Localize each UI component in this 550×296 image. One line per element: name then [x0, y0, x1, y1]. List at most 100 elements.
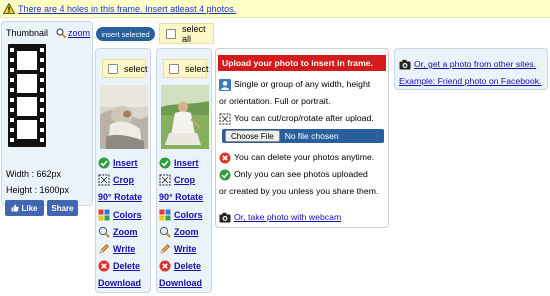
slot-select-checkbox[interactable] [108, 63, 118, 74]
upload-delete-line: You can delete your photos anytime. [219, 150, 374, 164]
write-label: Write [174, 244, 197, 254]
upload-panel: Upload your photo to insert in frame. Si… [215, 48, 389, 228]
crop-label: Crop [113, 175, 134, 185]
write-action[interactable]: Write [98, 243, 135, 255]
insert-action[interactable]: Insert [159, 157, 199, 169]
delete-action[interactable]: Delete [98, 260, 140, 272]
checkmark-icon [159, 157, 171, 169]
upload-line-4: You can delete your photos anytime. [234, 152, 375, 162]
thumbnail-panel: Thumbnail zoom Width : 662px Height : 16… [1, 21, 93, 216]
write-action[interactable]: Write [159, 243, 196, 255]
warning-icon [3, 3, 15, 14]
like-label: Like [21, 203, 38, 213]
photo-slot-1: select Insert Crop 90° Rotate Colors Zoo… [95, 48, 151, 293]
magnifier-icon [159, 226, 171, 238]
zoom-action[interactable]: Zoom [159, 226, 199, 238]
crop-icon [159, 174, 171, 186]
upload-line-5: Only you can see photos uploaded [234, 169, 368, 179]
colors-action[interactable]: Colors [159, 209, 203, 221]
crop-icon [98, 174, 110, 186]
rotate-action[interactable]: 90° Rotate [98, 192, 142, 202]
delete-label: Delete [174, 261, 202, 271]
facebook-like-button[interactable]: Like [5, 200, 44, 216]
delete-icon [159, 260, 171, 272]
slot-select-box[interactable]: select [102, 59, 148, 78]
thumbnail-width: Width : 662px [6, 169, 62, 179]
camera-icon [219, 213, 231, 223]
download-action[interactable]: Download [98, 278, 141, 288]
insert-selected-button[interactable]: insert selected [96, 27, 155, 41]
webcam-action[interactable]: Or, take photo with webcam [219, 210, 341, 224]
crop-action[interactable]: Crop [98, 174, 134, 186]
rotate-action[interactable]: 90° Rotate [159, 192, 203, 202]
crop-icon [219, 113, 231, 125]
insert-label: Insert [113, 158, 138, 168]
colors-label: Colors [113, 210, 142, 220]
insert-label: Insert [174, 158, 199, 168]
download-label: Download [159, 278, 202, 288]
upload-line-2: or orientation. Full or portrait. [219, 96, 331, 106]
magnifier-icon [56, 28, 66, 38]
zoom-action[interactable]: Zoom [98, 226, 138, 238]
select-all-checkbox[interactable] [166, 28, 176, 39]
checkmark-icon [98, 157, 110, 169]
delete-action[interactable]: Delete [159, 260, 201, 272]
thumbnail-zoom-label: zoom [68, 28, 91, 38]
pencil-icon [99, 244, 109, 254]
facebook-share-button[interactable]: Share [47, 200, 78, 216]
upload-header: Upload your photo to insert in frame. [218, 55, 386, 71]
colors-action[interactable]: Colors [98, 209, 142, 221]
photo-slot-2: select Insert Crop 90° Rotate Colors Zoo… [156, 48, 212, 293]
upload-privacy-line: Only you can see photos uploaded [219, 167, 368, 181]
thumbs-up-icon [11, 204, 20, 212]
upload-crop-line: You can cut/crop/rotate after upload. [219, 111, 374, 125]
other-sites-link: Or, get a photo from other sites. [414, 59, 537, 69]
thumbnail-zoom-link[interactable]: zoom [56, 28, 90, 38]
other-sites-action[interactable]: Or, get a photo from other sites. [399, 57, 536, 71]
color-palette-icon [159, 209, 171, 221]
facebook-example-label: Example: Friend photo on Facebook. [399, 76, 542, 86]
upload-line-6: or created by you unless you share them. [219, 186, 379, 196]
download-action[interactable]: Download [159, 278, 202, 288]
share-label: Share [51, 203, 74, 213]
download-label: Download [98, 278, 141, 288]
pencil-icon [160, 244, 170, 254]
camera-icon [399, 60, 411, 70]
user-icon [219, 78, 231, 91]
rotate-label: 90° Rotate [159, 192, 204, 202]
select-all-label: select all [182, 23, 206, 44]
thumbnail-height: Height : 1600px [6, 185, 70, 195]
slot-select-checkbox[interactable] [169, 63, 179, 74]
slot-select-label: select [124, 63, 148, 74]
frame-thumbnail-image[interactable] [8, 44, 46, 147]
file-input[interactable]: Choose File No file chosen [222, 129, 384, 143]
write-label: Write [113, 244, 136, 254]
zoom-label: Zoom [174, 227, 199, 237]
facebook-example-link[interactable]: Example: Friend photo on Facebook. [399, 74, 541, 88]
slot-select-label: select [185, 63, 209, 74]
choose-file-button[interactable]: Choose File [225, 130, 280, 142]
color-palette-icon [98, 209, 110, 221]
upload-line-1: Single or group of any width, height [234, 79, 371, 89]
other-sources-panel: Or, get a photo from other sites. Exampl… [394, 48, 548, 90]
zoom-label: Zoom [113, 227, 138, 237]
webcam-link: Or, take photo with webcam [234, 212, 342, 222]
rotate-label: 90° Rotate [98, 192, 143, 202]
warning-link[interactable]: There are 4 holes in this frame. Insert … [18, 4, 236, 14]
warning-bar: There are 4 holes in this frame. Insert … [0, 0, 550, 18]
insert-selected-label: insert selected [101, 29, 150, 39]
magnifier-icon [98, 226, 110, 238]
select-all-box[interactable]: select all [159, 23, 214, 44]
no-file-text: No file chosen [284, 131, 339, 141]
crop-action[interactable]: Crop [159, 174, 195, 186]
insert-action[interactable]: Insert [98, 157, 138, 169]
checkmark-icon [219, 169, 231, 181]
slot-photo[interactable] [100, 85, 148, 149]
delete-label: Delete [113, 261, 141, 271]
slot-select-box[interactable]: select [163, 59, 209, 78]
upload-line-3: You can cut/crop/rotate after upload. [234, 113, 374, 123]
upload-info-line: Single or group of any width, height [219, 77, 370, 91]
thumbnail-title: Thumbnail [6, 28, 49, 38]
crop-label: Crop [174, 175, 195, 185]
slot-photo[interactable] [161, 85, 209, 149]
